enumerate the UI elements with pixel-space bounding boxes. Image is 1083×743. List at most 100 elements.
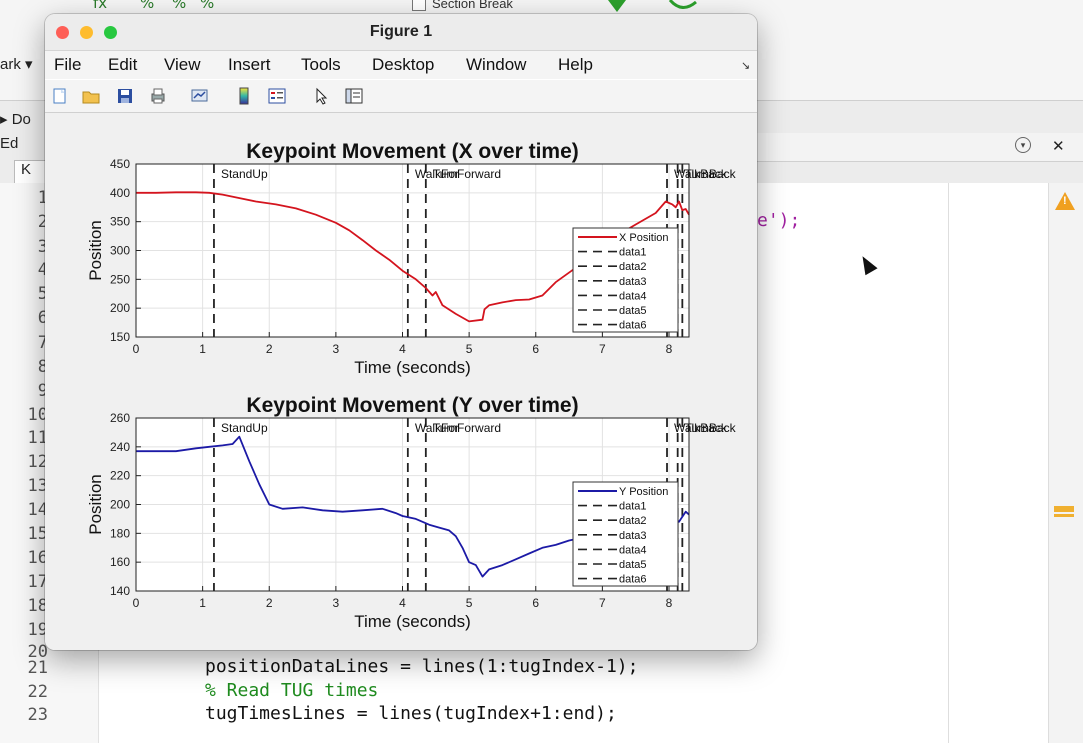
save-icon[interactable] [116, 87, 134, 105]
y-tick-label: 350 [110, 215, 130, 229]
menu-help[interactable]: Help [558, 55, 593, 75]
open-file-icon[interactable] [82, 87, 100, 105]
x-tick-label: 7 [599, 342, 606, 356]
y-tick-label: 200 [110, 498, 130, 512]
line-number: 16 [27, 548, 48, 568]
y-tick-label: 180 [110, 526, 130, 540]
legend-icon[interactable] [268, 87, 286, 105]
menu-file[interactable]: File [54, 55, 81, 75]
panel-menu-icon[interactable]: ▾ [1015, 137, 1031, 153]
advance-icon [668, 0, 697, 9]
x-tick-label: 3 [333, 342, 340, 356]
issue-marker-icon[interactable] [1054, 506, 1074, 517]
menu-view[interactable]: View [164, 55, 201, 75]
percent-icon[interactable]: % [140, 0, 154, 12]
x-tick-label: 2 [266, 342, 273, 356]
chart-title: Keypoint Movement (X over time) [246, 140, 579, 163]
menu-edit[interactable]: Edit [108, 55, 137, 75]
y-tick-label: 150 [110, 330, 130, 344]
line-number: 14 [27, 500, 48, 520]
property-editor-icon[interactable] [345, 87, 363, 105]
menu-tools[interactable]: Tools [301, 55, 341, 75]
legend-entry: Y Position [619, 486, 668, 498]
x-tick-label: 6 [532, 596, 539, 610]
figure-window[interactable]: Figure 1 File Edit View Insert Tools Des… [45, 14, 757, 650]
close-icon[interactable]: ✕ [1052, 137, 1065, 155]
line-number: 4 [37, 260, 48, 280]
figure-canvas[interactable]: 0 1 2 3 4 5 6 7 8 150 200 250 300 350 400 450 StandUp Wal… [45, 113, 757, 650]
line-number: 10 [27, 405, 48, 425]
window-title: Figure 1 [369, 23, 433, 40]
line-number: 13 [27, 476, 48, 496]
plot-area[interactable]: 0 1 2 3 4 5 6 7 8150200250300350400450StandUp Wal… [45, 113, 757, 650]
pointer-icon[interactable] [313, 87, 331, 105]
chart-title: Keypoint Movement (Y over time) [246, 394, 578, 417]
y-axis-label: Position [86, 220, 105, 280]
event-label: TurnForward [433, 421, 501, 435]
link-plot-icon[interactable] [191, 87, 209, 105]
legend-entry: data2 [619, 261, 647, 273]
document-section-label[interactable]: ▸ Do [0, 110, 31, 128]
menu-desktop[interactable]: Desktop [372, 55, 434, 75]
x-tick-label: 4 [399, 342, 406, 356]
line-number: 17 [27, 572, 48, 592]
uncomment-icon[interactable]: % [200, 0, 214, 12]
legend-entry: X Position [619, 232, 669, 244]
event-label: TurnForward [433, 167, 501, 181]
y-tick-label: 160 [110, 555, 130, 569]
legend-entry: data4 [619, 544, 647, 556]
x-tick-label: 0 [133, 342, 140, 356]
warning-icon[interactable]: ! [1055, 192, 1075, 210]
x-tick-label: 6 [532, 342, 539, 356]
y-tick-label: 200 [110, 301, 130, 315]
section-break-button[interactable]: Section Break [412, 0, 513, 11]
legend-entry: data3 [619, 530, 647, 542]
comment-icon[interactable]: % [172, 0, 186, 12]
dock-arrow-icon[interactable]: ↘ [741, 59, 750, 72]
line-number: 7 [37, 333, 48, 353]
section-break-icon [412, 0, 426, 11]
legend-entry: data5 [619, 559, 647, 571]
title-bar[interactable]: Figure 1 [45, 14, 757, 51]
code-line-21[interactable]: positionDataLines = lines(1:tugIndex-1); [205, 656, 638, 677]
x-tick-label: 5 [466, 342, 473, 356]
x-tick-label: 5 [466, 596, 473, 610]
line-number: 8 [37, 357, 48, 377]
line-number: 22 [27, 682, 48, 702]
legend-entry: data1 [619, 247, 647, 259]
x-tick-label: 8 [666, 596, 673, 610]
line-number: 5 [37, 284, 48, 304]
event-label: TurnBack [685, 167, 737, 181]
line-number: 6 [37, 308, 48, 328]
line-number: 18 [27, 596, 48, 616]
line-number: 15 [27, 524, 48, 544]
run-icons[interactable] [600, 0, 710, 14]
code-fragment[interactable]: e'); [757, 210, 800, 231]
code-analyzer-bar[interactable] [1048, 183, 1083, 743]
legend-entry: data2 [619, 515, 647, 527]
y-tick-label: 240 [110, 440, 130, 454]
legend-entry: data6 [619, 320, 647, 332]
bookmark-dropdown[interactable]: ark ▾ [0, 55, 33, 73]
code-line-22[interactable]: % Read TUG times [205, 680, 378, 701]
legend-entry: data4 [619, 290, 647, 302]
event-label: TurnBack [685, 421, 737, 435]
menu-window[interactable]: Window [466, 55, 526, 75]
x-tick-label: 8 [666, 342, 673, 356]
function-icon[interactable]: fx [93, 0, 107, 12]
figure-toolbar [45, 80, 757, 113]
event-label: StandUp [221, 167, 268, 181]
code-line-23[interactable]: tugTimesLines = lines(tugIndex+1:end); [205, 703, 617, 724]
y-tick-label: 300 [110, 244, 130, 258]
menu-insert[interactable]: Insert [228, 55, 271, 75]
line-number: 12 [27, 452, 48, 472]
y-tick-label: 220 [110, 469, 130, 483]
print-icon[interactable] [149, 87, 167, 105]
colorbar-icon[interactable] [235, 87, 253, 105]
y-tick-label: 260 [110, 411, 130, 425]
new-figure-icon[interactable] [51, 87, 69, 105]
line-number: 23 [27, 705, 48, 725]
line-number: 9 [37, 381, 48, 401]
x-tick-label: 1 [199, 342, 206, 356]
event-label: StandUp [221, 421, 268, 435]
